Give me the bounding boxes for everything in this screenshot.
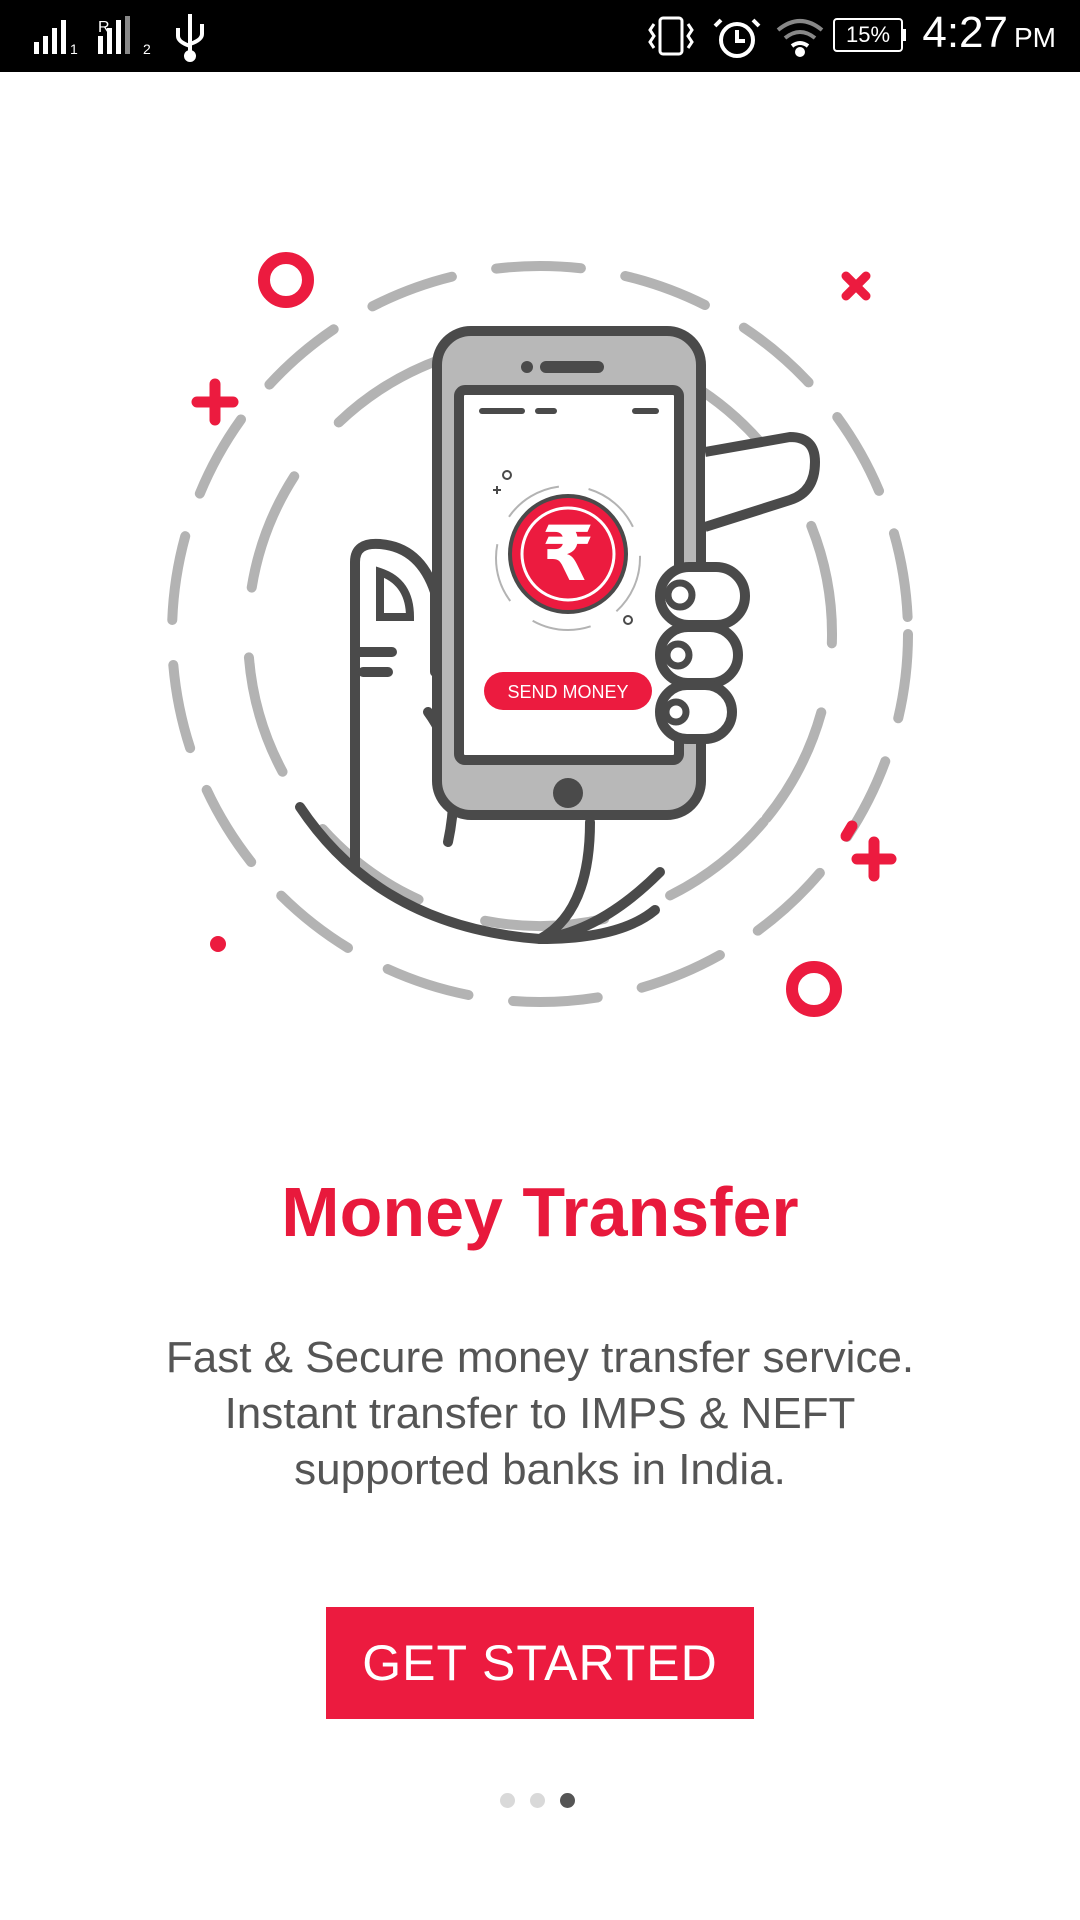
sparkle-dot-icon xyxy=(210,936,226,952)
vibrate-icon xyxy=(648,16,694,56)
onboarding-illustration: ₹ SEND MONEY xyxy=(0,72,1080,1052)
sparkle-ring-icon xyxy=(258,252,314,308)
signal-sim2-icon: R 2 xyxy=(98,16,151,57)
usb-icon xyxy=(176,14,204,62)
clock-ampm: PM xyxy=(1014,22,1056,53)
phone-speaker xyxy=(540,361,604,373)
page-dot-active[interactable] xyxy=(560,1793,575,1808)
description-line: Instant transfer to IMPS & NEFT xyxy=(224,1389,856,1438)
svg-text:2: 2 xyxy=(143,41,151,57)
sparkle-cross-icon xyxy=(841,271,871,301)
page-title: Money Transfer xyxy=(281,1173,799,1251)
phone-home-button xyxy=(553,778,583,808)
sparkle-plus-icon xyxy=(851,836,897,882)
page-description: Fast & Secure money transfer service. In… xyxy=(100,1330,980,1498)
get-started-button[interactable]: GET STARTED xyxy=(326,1607,754,1719)
page-dot[interactable] xyxy=(500,1793,515,1808)
sparkle-ring-icon xyxy=(786,961,842,1017)
svg-text:1: 1 xyxy=(70,41,78,57)
send-money-label: SEND MONEY xyxy=(507,682,628,702)
sparkle-plus-icon xyxy=(191,378,239,426)
rupee-icon: ₹ xyxy=(542,509,595,598)
signal-sim1-icon: 1 xyxy=(34,20,78,57)
thumb-icon xyxy=(376,566,415,621)
page-dot[interactable] xyxy=(530,1793,545,1808)
clock-time: 4:27 xyxy=(922,8,1008,57)
alarm-icon xyxy=(713,18,761,58)
phone-camera xyxy=(521,361,533,373)
description-line: supported banks in India. xyxy=(294,1445,786,1494)
battery-percent: 15% xyxy=(845,22,891,47)
description-line: Fast & Secure money transfer service. xyxy=(165,1333,915,1382)
wifi-icon xyxy=(776,19,824,57)
status-bar: 1 R 2 15% 4:27 PM xyxy=(0,0,1080,72)
sparkle-dash-icon xyxy=(840,820,858,842)
clock: 4:27 PM xyxy=(922,8,1056,58)
page-indicator xyxy=(500,1793,580,1809)
